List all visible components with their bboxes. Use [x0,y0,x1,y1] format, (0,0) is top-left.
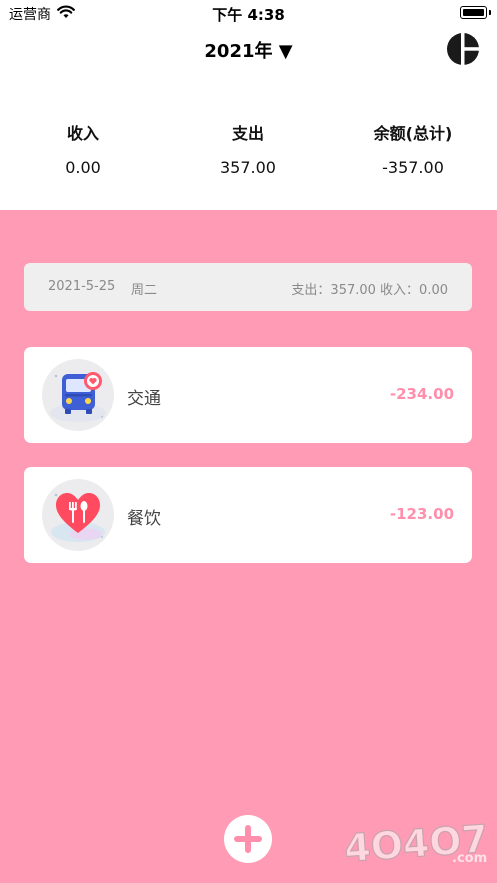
entry-row-dining[interactable]: 餐饮 -123.00 [24,467,472,563]
battery-icon [460,6,491,19]
expense-label: 支出 [231,124,264,143]
day-weekday: 周二 [131,283,158,298]
status-time: 下午 4:38 [212,6,285,24]
summary-panel: 收入 0.00 支出 357.00 余额(总计) -357.00 [0,120,497,190]
entry-row-transport[interactable]: 交通 -234.00 [24,347,472,443]
entry-amount: -123.00 [389,505,454,523]
category-icon-wrap [42,479,114,551]
year-selector[interactable]: 2021年 ▼ [0,37,497,63]
income-label: 收入 [66,124,99,143]
add-record-button[interactable] [224,815,272,863]
income-value: 0.00 [65,158,101,177]
balance-label: 余额(总计) [373,124,453,143]
expense-value: 357.00 [220,158,276,177]
balance-summary: 余额(总计) -357.00 [333,120,493,177]
expense-summary: 支出 357.00 [168,120,328,177]
balance-value: -357.00 [382,158,444,177]
entry-category: 餐饮 [127,509,161,529]
pie-chart-icon[interactable] [446,32,480,66]
entry-amount: -234.00 [389,385,454,403]
bus-icon [50,372,106,422]
entry-category: 交通 [127,389,161,409]
status-bar: 运营商 下午 4:38 [0,0,497,26]
day-date: 2021-5-25 [48,279,116,294]
records-list[interactable]: 2021-5-25 周二 支出：357.00 收入：0.00 交通 -234.0… [0,210,497,883]
site-watermark: 4O4O7 .com [342,816,490,871]
category-icon-wrap [42,359,114,431]
day-group-header: 2021-5-25 周二 支出：357.00 收入：0.00 [24,263,472,311]
day-totals: 支出：357.00 收入：0.00 [291,283,448,298]
income-summary: 收入 0.00 [3,120,163,177]
year-selector-label[interactable]: 2021年 ▼ [204,41,292,62]
svg-text:.com: .com [452,851,487,866]
dining-heart-icon [51,493,105,542]
